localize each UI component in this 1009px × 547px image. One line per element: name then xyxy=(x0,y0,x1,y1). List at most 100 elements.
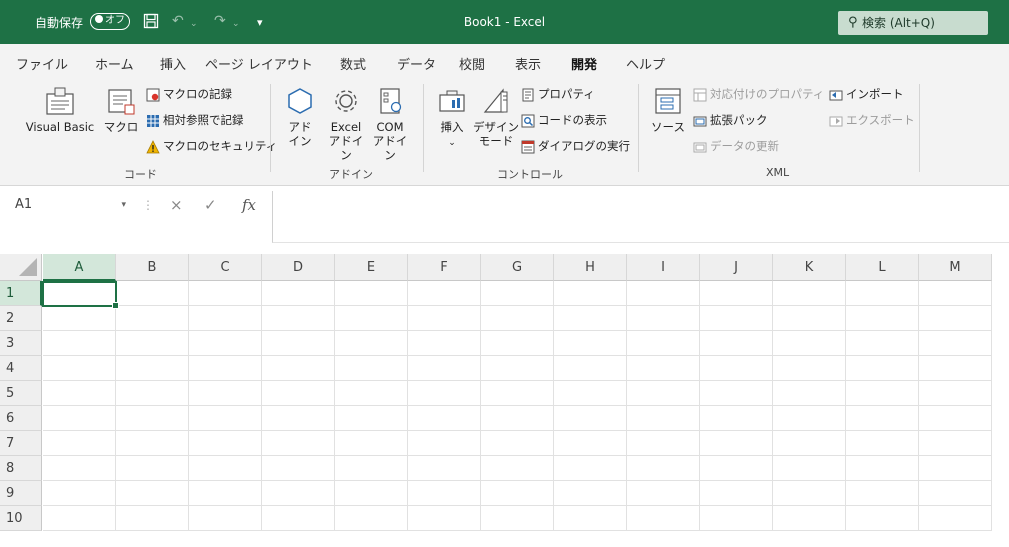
cell-e1[interactable] xyxy=(335,281,408,306)
cell-d7[interactable] xyxy=(262,431,335,456)
cell-c7[interactable] xyxy=(189,431,262,456)
cell-g4[interactable] xyxy=(481,356,554,381)
customize-qat-icon[interactable]: ▾ xyxy=(257,15,263,31)
cell-m5[interactable] xyxy=(919,381,992,406)
expansion-packs-button[interactable]: 拡張パック xyxy=(693,112,768,128)
cell-a3[interactable] xyxy=(43,331,116,356)
active-cell-a1[interactable] xyxy=(42,281,119,309)
cell-a8[interactable] xyxy=(43,456,116,481)
cell-d5[interactable] xyxy=(262,381,335,406)
cell-f10[interactable] xyxy=(408,506,481,531)
cell-i2[interactable] xyxy=(627,306,700,331)
cell-j1[interactable] xyxy=(700,281,773,306)
row-header-9[interactable]: 9 xyxy=(0,481,42,506)
cell-h1[interactable] xyxy=(554,281,627,306)
cell-a7[interactable] xyxy=(43,431,116,456)
cell-e8[interactable] xyxy=(335,456,408,481)
cell-h10[interactable] xyxy=(554,506,627,531)
cell-a10[interactable] xyxy=(43,506,116,531)
column-header-h[interactable]: H xyxy=(554,254,627,281)
import-button[interactable]: インポート xyxy=(829,86,904,102)
cell-b6[interactable] xyxy=(116,406,189,431)
cell-g7[interactable] xyxy=(481,431,554,456)
macros-button[interactable]: マクロ xyxy=(103,86,139,134)
cell-c3[interactable] xyxy=(189,331,262,356)
addins-button[interactable]: アド イン xyxy=(283,86,317,148)
cell-e4[interactable] xyxy=(335,356,408,381)
row-header-3[interactable]: 3 xyxy=(0,331,42,356)
cell-f1[interactable] xyxy=(408,281,481,306)
cell-i6[interactable] xyxy=(627,406,700,431)
select-all-corner[interactable] xyxy=(0,254,42,281)
cell-f8[interactable] xyxy=(408,456,481,481)
row-header-6[interactable]: 6 xyxy=(0,406,42,431)
cell-g9[interactable] xyxy=(481,481,554,506)
cell-h2[interactable] xyxy=(554,306,627,331)
cell-g5[interactable] xyxy=(481,381,554,406)
cell-i4[interactable] xyxy=(627,356,700,381)
cell-j2[interactable] xyxy=(700,306,773,331)
view-code-button[interactable]: コードの表示 xyxy=(521,112,607,128)
insert-function-icon[interactable]: fx xyxy=(242,196,256,214)
cell-e6[interactable] xyxy=(335,406,408,431)
save-icon[interactable] xyxy=(143,13,159,33)
cell-d2[interactable] xyxy=(262,306,335,331)
refresh-data-button[interactable]: データの更新 xyxy=(693,138,779,154)
autosave-toggle[interactable]: オフ xyxy=(90,13,130,30)
cell-h5[interactable] xyxy=(554,381,627,406)
column-header-m[interactable]: M xyxy=(919,254,992,281)
tab-home[interactable]: ホーム xyxy=(95,54,134,73)
column-header-f[interactable]: F xyxy=(408,254,481,281)
cell-g10[interactable] xyxy=(481,506,554,531)
cell-b10[interactable] xyxy=(116,506,189,531)
cell-j3[interactable] xyxy=(700,331,773,356)
cell-l10[interactable] xyxy=(846,506,919,531)
cell-g1[interactable] xyxy=(481,281,554,306)
cell-j10[interactable] xyxy=(700,506,773,531)
undo-icon[interactable]: ↶ xyxy=(172,13,184,29)
excel-addins-button[interactable]: Excel アドイン xyxy=(326,86,366,162)
cell-e10[interactable] xyxy=(335,506,408,531)
macro-security-button[interactable]: マクロのセキュリティ xyxy=(146,138,277,154)
cell-h3[interactable] xyxy=(554,331,627,356)
cell-j6[interactable] xyxy=(700,406,773,431)
cell-a9[interactable] xyxy=(43,481,116,506)
column-header-l[interactable]: L xyxy=(846,254,919,281)
cell-c1[interactable] xyxy=(189,281,262,306)
cell-f7[interactable] xyxy=(408,431,481,456)
cell-b1[interactable] xyxy=(116,281,189,306)
cell-d4[interactable] xyxy=(262,356,335,381)
cell-h8[interactable] xyxy=(554,456,627,481)
properties-button[interactable]: プロパティ xyxy=(521,86,595,102)
tab-review[interactable]: 校閲 xyxy=(459,54,485,73)
column-header-c[interactable]: C xyxy=(189,254,262,281)
cell-e3[interactable] xyxy=(335,331,408,356)
row-header-8[interactable]: 8 xyxy=(0,456,42,481)
cell-h6[interactable] xyxy=(554,406,627,431)
cell-l6[interactable] xyxy=(846,406,919,431)
export-button[interactable]: エクスポート xyxy=(829,112,915,128)
cell-k5[interactable] xyxy=(773,381,846,406)
cell-m6[interactable] xyxy=(919,406,992,431)
tab-insert[interactable]: 挿入 xyxy=(160,54,186,73)
column-header-a[interactable]: A xyxy=(43,254,116,281)
cell-l1[interactable] xyxy=(846,281,919,306)
cell-j9[interactable] xyxy=(700,481,773,506)
cell-k7[interactable] xyxy=(773,431,846,456)
cell-a6[interactable] xyxy=(43,406,116,431)
tab-view[interactable]: 表示 xyxy=(515,54,541,73)
cell-i8[interactable] xyxy=(627,456,700,481)
cell-d9[interactable] xyxy=(262,481,335,506)
cell-m7[interactable] xyxy=(919,431,992,456)
column-header-g[interactable]: G xyxy=(481,254,554,281)
cell-d1[interactable] xyxy=(262,281,335,306)
cell-f2[interactable] xyxy=(408,306,481,331)
cell-h4[interactable] xyxy=(554,356,627,381)
cell-k9[interactable] xyxy=(773,481,846,506)
cell-f9[interactable] xyxy=(408,481,481,506)
visual-basic-button[interactable]: Visual Basic xyxy=(22,86,98,134)
cell-k3[interactable] xyxy=(773,331,846,356)
cell-f3[interactable] xyxy=(408,331,481,356)
cell-e2[interactable] xyxy=(335,306,408,331)
map-properties-button[interactable]: 対応付けのプロパティ xyxy=(693,86,824,102)
